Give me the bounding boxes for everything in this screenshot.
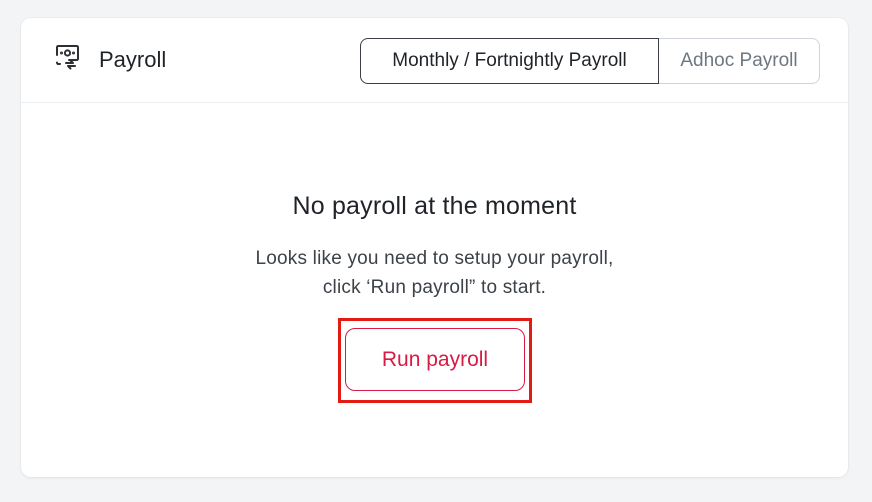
card-header: Payroll Monthly / Fortnightly Payroll Ad…	[21, 18, 848, 103]
empty-state-description-line-2: click ‘Run payroll” to start.	[322, 277, 547, 298]
tab-adhoc-payroll[interactable]: Adhoc Payroll	[659, 38, 820, 84]
tab-monthly-fortnightly-payroll[interactable]: Monthly / Fortnightly Payroll	[360, 38, 659, 84]
payroll-type-toggle: Monthly / Fortnightly Payroll Adhoc Payr…	[360, 38, 820, 84]
payroll-money-icon	[52, 43, 82, 71]
empty-state-title: No payroll at the moment	[292, 192, 577, 220]
page-title: Payroll	[99, 47, 167, 72]
empty-state-description: Looks like you need to setup your payrol…	[21, 244, 848, 302]
empty-state-description-line-1: Looks like you need to setup your payrol…	[255, 248, 614, 269]
run-payroll-button[interactable]: Run payroll	[345, 328, 525, 391]
payroll-card: Payroll Monthly / Fortnightly Payroll Ad…	[21, 18, 848, 477]
